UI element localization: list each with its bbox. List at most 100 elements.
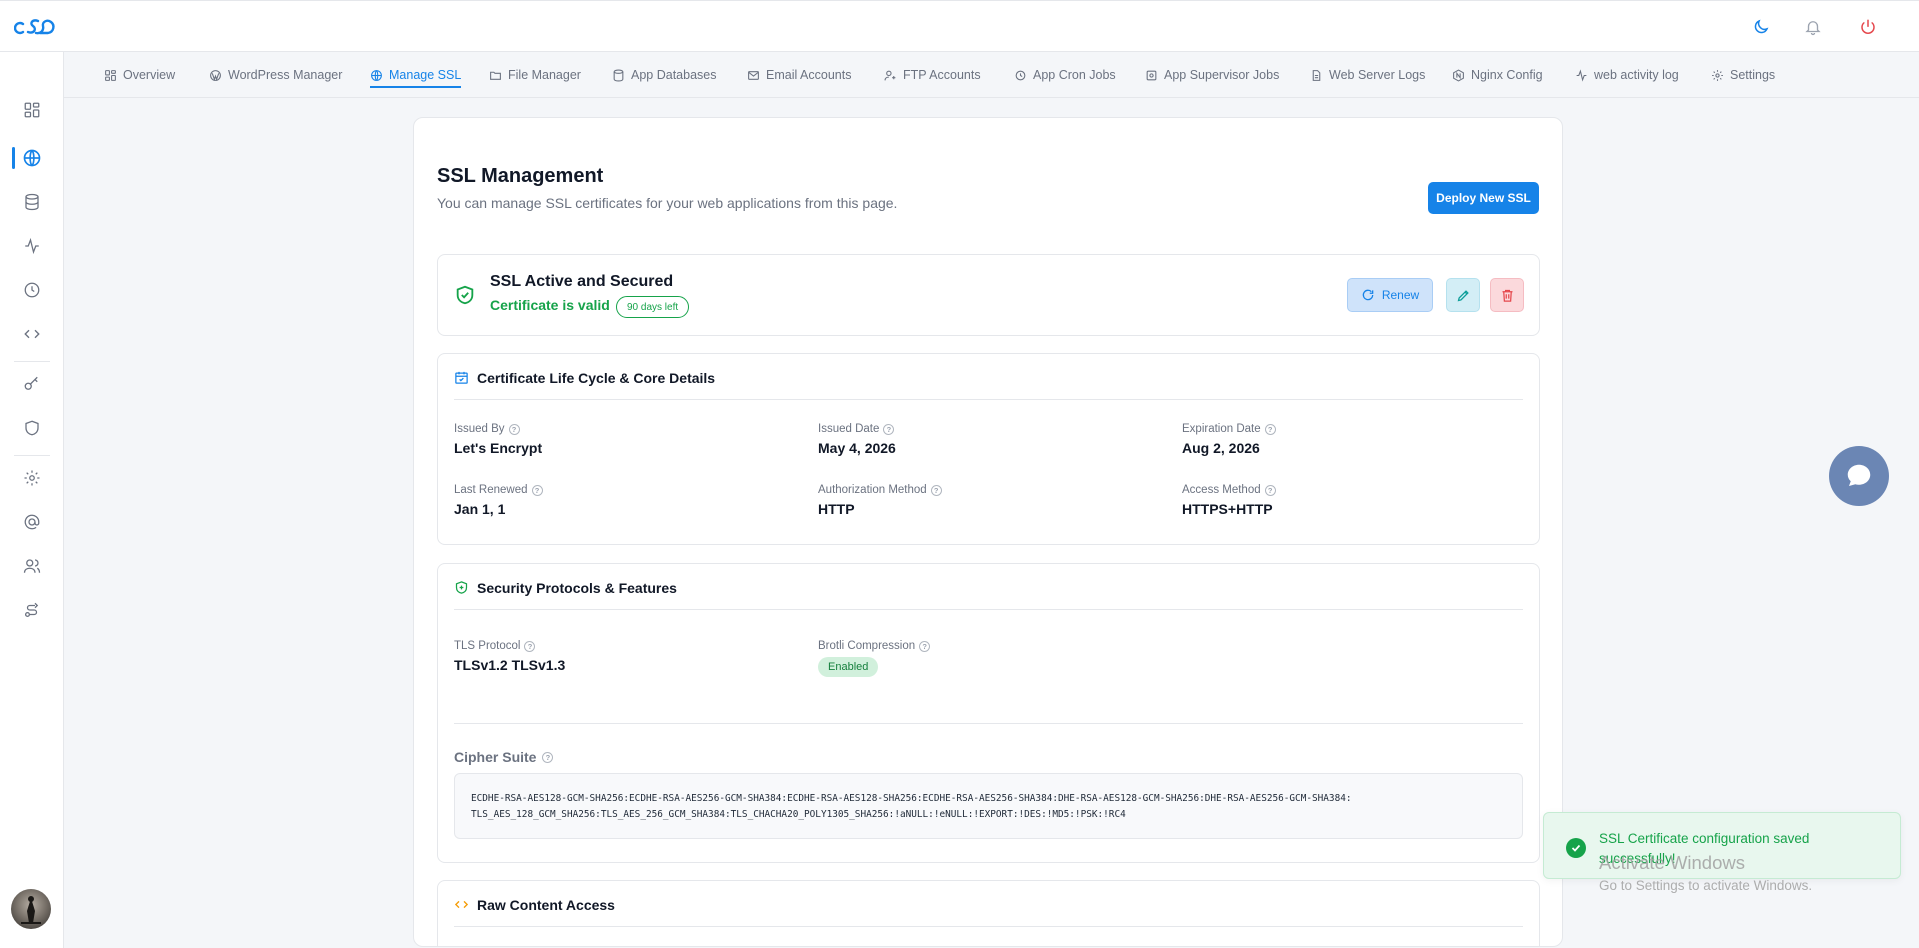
moon-icon[interactable] bbox=[1749, 15, 1773, 39]
cron-icon bbox=[1015, 70, 1026, 80]
help-icon[interactable]: ? bbox=[542, 751, 554, 763]
help-icon[interactable]: ? bbox=[531, 484, 543, 496]
sidebar-route-icon[interactable] bbox=[20, 598, 44, 622]
divider bbox=[454, 723, 1523, 724]
tab-label: Email Accounts bbox=[766, 68, 852, 82]
cipher-suite-heading: Cipher Suite ? bbox=[454, 749, 554, 765]
tls-protocol-field: TLS Protocol? TLSv1.2 TLSv1.3 bbox=[454, 640, 565, 673]
watermark-subtitle: Go to Settings to activate Windows. bbox=[1599, 878, 1813, 893]
cipher-suite-line: ECDHE-RSA-AES128-GCM-SHA256:ECDHE-RSA-AE… bbox=[471, 793, 1352, 804]
issued-date-field: Issued Date? May 4, 2026 bbox=[818, 423, 896, 456]
security-protocols-card: Security Protocols & Features TLS Protoc… bbox=[437, 563, 1540, 863]
top-bar bbox=[0, 0, 1919, 52]
deploy-new-ssl-button[interactable]: Deploy New SSL bbox=[1428, 182, 1539, 214]
sidebar-gear-icon[interactable] bbox=[20, 466, 44, 490]
chat-bubble-icon bbox=[1847, 464, 1871, 486]
globe-icon bbox=[371, 69, 382, 81]
card-header: Raw Content Access bbox=[454, 897, 1523, 927]
tab-web-activity-log[interactable]: web activity log bbox=[1575, 52, 1679, 98]
tab-wordpress-manager[interactable]: WordPress Manager bbox=[209, 52, 342, 98]
brotli-status-badge: Enabled bbox=[818, 657, 879, 677]
activity-icon bbox=[1576, 68, 1587, 82]
authorization-method-field: Authorization Method? HTTP bbox=[818, 484, 942, 517]
issued-date-value: May 4, 2026 bbox=[818, 440, 896, 456]
sidebar-users-icon[interactable] bbox=[20, 554, 44, 578]
sidebar-shield-icon[interactable] bbox=[20, 416, 44, 440]
card-header: Certificate Life Cycle & Core Details bbox=[454, 370, 1523, 400]
cipher-suite-box[interactable]: ECDHE-RSA-AES128-GCM-SHA256:ECDHE-RSA-AE… bbox=[454, 773, 1523, 839]
tab-label: App Cron Jobs bbox=[1033, 68, 1116, 82]
access-method-value: HTTPS+HTTP bbox=[1182, 501, 1273, 517]
tab-app-supervisor-jobs[interactable]: App Supervisor Jobs bbox=[1145, 52, 1279, 98]
help-icon[interactable]: ? bbox=[919, 640, 931, 652]
ssl-status-card: SSL Active and Secured Certificate is va… bbox=[437, 254, 1540, 336]
bell-icon[interactable] bbox=[1801, 15, 1825, 39]
renew-label: Renew bbox=[1381, 288, 1420, 302]
tab-ftp-accounts[interactable]: FTP Accounts bbox=[884, 52, 981, 98]
sidebar-key-icon[interactable] bbox=[20, 372, 44, 396]
raw-content-card: Raw Content Access bbox=[437, 880, 1540, 946]
edit-button[interactable] bbox=[1446, 278, 1480, 312]
expiration-date-field: Expiration Date? Aug 2, 2026 bbox=[1182, 423, 1276, 456]
brotli-compression-field: Brotli Compression? Enabled bbox=[818, 640, 931, 677]
help-icon[interactable]: ? bbox=[1264, 423, 1276, 435]
authorization-method-value: HTTP bbox=[818, 501, 855, 517]
sidebar-at-icon[interactable] bbox=[20, 510, 44, 534]
chat-widget-button[interactable] bbox=[1829, 446, 1889, 506]
nginx-icon bbox=[1453, 68, 1464, 82]
app-tabs: Overview WordPress Manager Manage SSL Fi… bbox=[64, 52, 1919, 98]
file-icon bbox=[1312, 69, 1321, 81]
tab-app-cron-jobs[interactable]: App Cron Jobs bbox=[1014, 52, 1116, 98]
refresh-icon bbox=[1362, 289, 1374, 301]
tab-label: web activity log bbox=[1594, 68, 1679, 82]
ssl-management-panel: SSL Management You can manage SSL certif… bbox=[413, 117, 1563, 947]
trash-icon bbox=[1502, 289, 1512, 302]
tab-app-databases[interactable]: App Databases bbox=[612, 52, 716, 98]
access-method-field: Access Method? HTTPS+HTTP bbox=[1182, 484, 1276, 517]
delete-button[interactable] bbox=[1490, 278, 1524, 312]
power-icon[interactable] bbox=[1856, 15, 1880, 39]
tab-email-accounts[interactable]: Email Accounts bbox=[747, 52, 851, 98]
cipher-suite-line: TLS_AES_128_GCM_SHA256:TLS_AES_256_GCM_S… bbox=[471, 809, 1126, 820]
days-left-badge: 90 days left bbox=[616, 296, 690, 318]
help-icon[interactable]: ? bbox=[1264, 484, 1276, 496]
help-icon[interactable]: ? bbox=[508, 423, 520, 435]
tab-overview[interactable]: Overview bbox=[104, 52, 175, 98]
wordpress-icon bbox=[210, 69, 221, 81]
issued-date-label: Issued Date bbox=[818, 423, 880, 435]
access-method-label: Access Method bbox=[1182, 484, 1261, 496]
code-icon bbox=[454, 900, 469, 909]
tab-label: App Supervisor Jobs bbox=[1164, 68, 1280, 82]
tab-label: File Manager bbox=[508, 68, 581, 82]
sidebar-web-apps-icon[interactable] bbox=[20, 146, 44, 170]
ssl-status-title: SSL Active and Secured bbox=[490, 273, 674, 290]
sidebar-dashboard-icon[interactable] bbox=[20, 98, 44, 122]
mail-icon bbox=[748, 70, 759, 80]
page-subtitle: You can manage SSL certificates for your… bbox=[437, 195, 898, 211]
tab-label: Nginx Config bbox=[1471, 68, 1543, 82]
tab-nginx-config[interactable]: Nginx Config bbox=[1452, 52, 1543, 98]
tab-file-manager[interactable]: File Manager bbox=[489, 52, 581, 98]
renew-button[interactable]: Renew bbox=[1347, 278, 1433, 312]
tab-label: Web Server Logs bbox=[1329, 68, 1426, 82]
user-avatar[interactable] bbox=[11, 889, 51, 929]
sidebar-clock-icon[interactable] bbox=[20, 278, 44, 302]
expiration-date-value: Aug 2, 2026 bbox=[1182, 440, 1260, 456]
sidebar-database-icon[interactable] bbox=[20, 190, 44, 214]
windows-activation-watermark: Activate Windows Go to Settings to activ… bbox=[1599, 852, 1812, 893]
sidebar-code-icon[interactable] bbox=[20, 322, 44, 346]
last-renewed-field: Last Renewed? Jan 1, 1 bbox=[454, 484, 543, 517]
tab-manage-ssl[interactable]: Manage SSL bbox=[370, 52, 462, 98]
tab-web-server-logs[interactable]: Web Server Logs bbox=[1310, 52, 1425, 98]
help-icon[interactable]: ? bbox=[883, 423, 895, 435]
calendar-check-icon bbox=[455, 371, 468, 384]
tab-settings[interactable]: Settings bbox=[1711, 52, 1775, 98]
sidebar-activity-icon[interactable] bbox=[20, 234, 44, 258]
app-logo[interactable] bbox=[13, 15, 58, 39]
issued-by-value: Let's Encrypt bbox=[454, 440, 543, 456]
help-icon[interactable]: ? bbox=[930, 484, 942, 496]
help-icon[interactable]: ? bbox=[524, 640, 536, 652]
gear-icon bbox=[1712, 69, 1723, 81]
tab-label: App Databases bbox=[631, 68, 717, 82]
sidebar-divider bbox=[14, 455, 50, 456]
